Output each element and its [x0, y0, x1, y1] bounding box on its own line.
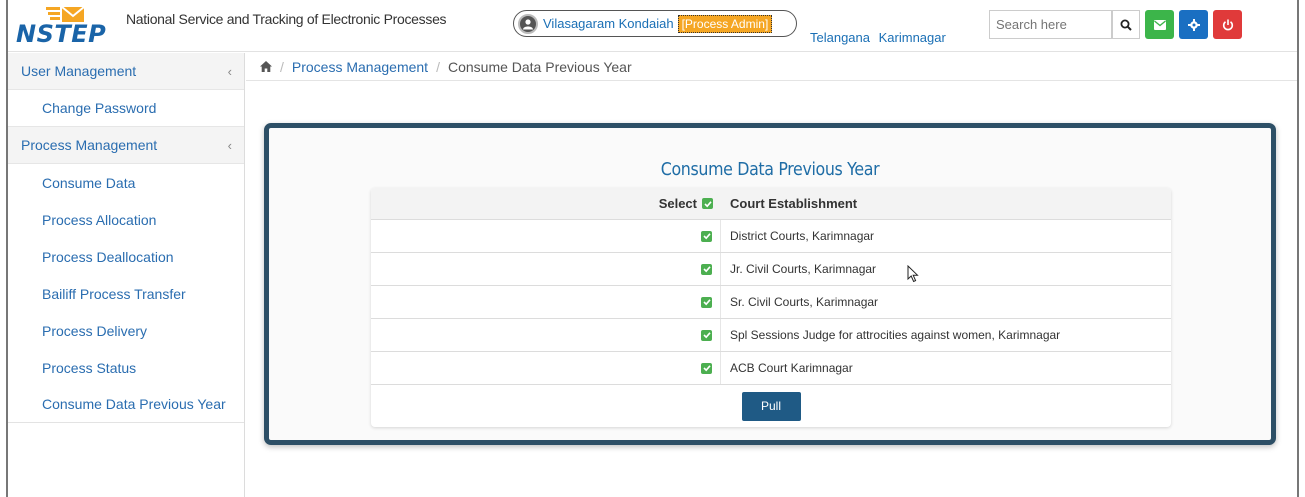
- sidebar-item-process-allocation[interactable]: Process Allocation: [8, 201, 244, 238]
- power-icon: [1222, 19, 1233, 30]
- envelope-icon: [1153, 19, 1166, 30]
- court-name: Jr. Civil Courts, Karimnagar: [730, 262, 877, 276]
- logo-text: NSTEP: [16, 20, 107, 48]
- sidebar-item-label: Consume Data: [42, 174, 136, 191]
- logout-button[interactable]: [1213, 10, 1242, 39]
- row-checkbox[interactable]: [701, 230, 712, 242]
- row-checkbox[interactable]: [701, 263, 712, 275]
- court-name: Sr. Civil Courts, Karimnagar: [730, 295, 879, 309]
- sidebar-item-change-password[interactable]: Change Password: [8, 90, 244, 127]
- sidebar-item-label: Process Deallocation: [42, 248, 174, 265]
- mouse-cursor-icon: [907, 265, 919, 283]
- court-table: Select Court Establishment District Cour…: [371, 188, 1171, 427]
- gear-icon: [1187, 18, 1200, 31]
- sidebar-item-process-delivery[interactable]: Process Delivery: [8, 312, 244, 349]
- row-checkbox[interactable]: [701, 329, 712, 341]
- sidebar-group-user-management[interactable]: User Management ‹: [8, 53, 244, 90]
- sidebar-item-label: Process Status: [42, 359, 137, 376]
- sidebar-item-label: Consume Data Previous Year: [42, 396, 226, 412]
- table-header-row: Select Court Establishment: [371, 188, 1171, 220]
- sidebar-item-consume-data-previous-year[interactable]: Consume Data Previous Year: [8, 386, 244, 423]
- check-icon: [702, 299, 711, 306]
- sidebar-group-label: Process Management: [21, 137, 158, 153]
- user-avatar-icon: [518, 13, 538, 34]
- search-input[interactable]: [990, 11, 1111, 38]
- check-icon: [703, 200, 712, 207]
- sidebar-item-label: Change Password: [42, 100, 157, 116]
- sidebar-item-label: Process Delivery: [42, 322, 148, 339]
- select-cell: [371, 220, 721, 252]
- breadcrumb-separator: /: [280, 58, 284, 75]
- sidebar-item-bailiff-process-transfer[interactable]: Bailiff Process Transfer: [8, 275, 244, 312]
- sidebar-item-process-status[interactable]: Process Status: [8, 349, 244, 386]
- sidebar-group-process-management[interactable]: Process Management ‹: [8, 127, 244, 164]
- sidebar-item-label: Bailiff Process Transfer: [42, 285, 186, 302]
- select-cell: [371, 319, 721, 351]
- user-profile-pill[interactable]: Vilasagaram Kondaiah [Process Admin]: [513, 10, 797, 37]
- row-checkbox[interactable]: [701, 362, 712, 374]
- location-district: Karimnagar: [878, 30, 946, 45]
- court-column-header: Court Establishment: [730, 196, 858, 211]
- sidebar: User Management ‹ Change Password Proces…: [8, 53, 245, 497]
- select-cell: [371, 253, 721, 285]
- breadcrumb: / Process Management / Consume Data Prev…: [246, 53, 1297, 81]
- table-row: ACB Court Karimnagar: [371, 352, 1171, 385]
- user-location: Telangana Karimnagar: [810, 30, 946, 45]
- table-row: Spl Sessions Judge for attrocities again…: [371, 319, 1171, 352]
- chevron-left-icon: ‹: [227, 63, 232, 79]
- table-row: Sr. Civil Courts, Karimnagar: [371, 286, 1171, 319]
- sidebar-item-consume-data[interactable]: Consume Data: [8, 164, 244, 201]
- search-box: [989, 10, 1112, 39]
- main-content: / Process Management / Consume Data Prev…: [246, 53, 1297, 497]
- search-icon: [1120, 19, 1132, 31]
- settings-button[interactable]: [1179, 10, 1208, 39]
- search-button[interactable]: [1112, 10, 1140, 39]
- table-row: District Courts, Karimnagar: [371, 220, 1171, 253]
- home-icon[interactable]: [260, 61, 272, 72]
- user-name: Vilasagaram Kondaiah: [543, 16, 674, 31]
- app-frame: NSTEP National Service and Tracking of E…: [6, 0, 1299, 497]
- check-icon: [702, 233, 711, 240]
- chevron-left-icon: ‹: [227, 137, 232, 153]
- role-badge: [Process Admin]: [677, 14, 773, 33]
- breadcrumb-separator: /: [436, 58, 440, 75]
- sidebar-item-label: Process Allocation: [42, 211, 157, 228]
- table-row: Jr. Civil Courts, Karimnagar: [371, 253, 1171, 286]
- court-name: District Courts, Karimnagar: [730, 229, 875, 243]
- check-icon: [702, 365, 711, 372]
- location-state: Telangana: [810, 30, 870, 45]
- select-cell: [371, 352, 721, 384]
- court-name: ACB Court Karimnagar: [730, 361, 853, 375]
- breadcrumb-current: Consume Data Previous Year: [447, 58, 632, 75]
- breadcrumb-process-management[interactable]: Process Management: [292, 59, 428, 75]
- select-column-header: Select: [658, 196, 697, 211]
- page-title: Consume Data Previous Year: [660, 159, 880, 180]
- messages-button[interactable]: [1145, 10, 1174, 39]
- court-name: Spl Sessions Judge for attrocities again…: [730, 328, 1061, 342]
- nstep-logo[interactable]: NSTEP: [16, 6, 116, 48]
- consume-data-panel: Consume Data Previous Year Select Court …: [264, 123, 1276, 445]
- top-header: NSTEP National Service and Tracking of E…: [8, 0, 1297, 52]
- select-header-cell: Select: [371, 188, 721, 219]
- select-all-checkbox[interactable]: [702, 198, 713, 209]
- pull-button[interactable]: Pull: [741, 391, 801, 421]
- sidebar-group-label: User Management: [21, 63, 137, 79]
- row-checkbox[interactable]: [701, 296, 712, 308]
- app-title: National Service and Tracking of Electro…: [126, 11, 447, 27]
- check-icon: [702, 266, 711, 273]
- select-cell: [371, 286, 721, 318]
- table-footer-row: Pull: [371, 385, 1171, 427]
- sidebar-item-process-deallocation[interactable]: Process Deallocation: [8, 238, 244, 275]
- check-icon: [702, 332, 711, 339]
